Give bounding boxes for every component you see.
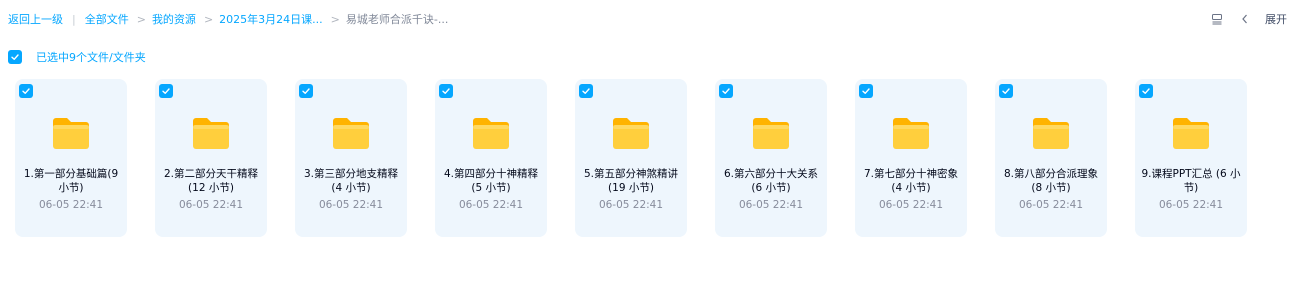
file-card[interactable]: 7.第七部分十神密象 (4 小节) 06-05 22:41 [855, 79, 967, 237]
chevron-right-icon: > [136, 12, 146, 26]
selection-count: 已选中9个文件/文件夹 [36, 51, 146, 64]
file-checkbox[interactable] [19, 84, 33, 98]
folder-icon [1171, 113, 1211, 153]
file-name: 3.第三部分地支精释 (4 小节) [303, 168, 399, 194]
chevron-right-icon: > [330, 12, 340, 26]
view-controls: 展开 [1209, 11, 1287, 27]
file-card[interactable]: 9.课程PPT汇总 (6 小节) 06-05 22:41 [1135, 79, 1247, 237]
select-all-checkbox[interactable] [8, 50, 22, 64]
file-card[interactable]: 5.第五部分神煞精讲 (19 小节) 06-05 22:41 [575, 79, 687, 237]
file-card[interactable]: 3.第三部分地支精释 (4 小节) 06-05 22:41 [295, 79, 407, 237]
folder-icon [611, 113, 651, 153]
chevron-left-icon[interactable] [1237, 11, 1253, 27]
file-checkbox[interactable] [439, 84, 453, 98]
file-checkbox[interactable] [999, 84, 1013, 98]
file-name: 4.第四部分十神精释 (5 小节) [443, 168, 539, 194]
breadcrumb-divider: | [72, 12, 76, 26]
file-date: 06-05 22:41 [1018, 199, 1084, 211]
breadcrumb-current-folder: 易城老师合派千诀-... [345, 13, 449, 26]
file-name: 9.课程PPT汇总 (6 小节) [1141, 168, 1241, 194]
file-date: 06-05 22:41 [178, 199, 244, 211]
file-date: 06-05 22:41 [458, 199, 524, 211]
folder-icon [471, 113, 511, 153]
folder-icon [891, 113, 931, 153]
file-card[interactable]: 6.第六部分十大关系 (6 小节) 06-05 22:41 [715, 79, 827, 237]
file-name: 5.第五部分神煞精讲 (19 小节) [583, 168, 679, 194]
file-name: 1.第一部分基础篇(9 小节) [23, 168, 119, 194]
folder-icon [331, 113, 371, 153]
file-date: 06-05 22:41 [38, 199, 104, 211]
folder-icon [1031, 113, 1071, 153]
folder-icon [191, 113, 231, 153]
file-checkbox[interactable] [1139, 84, 1153, 98]
breadcrumb-all-files[interactable]: 全部文件 [85, 11, 129, 27]
file-name: 8.第八部分合派理象 (8 小节) [1003, 168, 1099, 194]
expand-button[interactable]: 展开 [1265, 11, 1287, 27]
file-card[interactable]: 8.第八部分合派理象 (8 小节) 06-05 22:41 [995, 79, 1107, 237]
file-date: 06-05 22:41 [318, 199, 384, 211]
breadcrumb-my-resources[interactable]: 我的资源 [152, 11, 196, 27]
back-link[interactable]: 返回上一级 [8, 11, 63, 27]
file-date: 06-05 22:41 [878, 199, 944, 211]
file-name: 7.第七部分十神密象 (4 小节) [863, 168, 959, 194]
file-checkbox[interactable] [719, 84, 733, 98]
breadcrumb-course-folder[interactable]: 2025年3月24日课... [219, 11, 322, 27]
file-checkbox[interactable] [299, 84, 313, 98]
file-checkbox[interactable] [159, 84, 173, 98]
file-date: 06-05 22:41 [738, 199, 804, 211]
folder-icon [751, 113, 791, 153]
file-card[interactable]: 2.第二部分天干精释 (12 小节) 06-05 22:41 [155, 79, 267, 237]
file-name: 2.第二部分天干精释 (12 小节) [163, 168, 259, 194]
top-bar: 返回上一级 | 全部文件 > 我的资源 > 2025年3月24日课... > 易… [0, 0, 1299, 36]
file-name: 6.第六部分十大关系 (6 小节) [723, 168, 819, 194]
file-date: 06-05 22:41 [598, 199, 664, 211]
file-checkbox[interactable] [579, 84, 593, 98]
file-card[interactable]: 1.第一部分基础篇(9 小节) 06-05 22:41 [15, 79, 127, 237]
breadcrumb: 返回上一级 | 全部文件 > 我的资源 > 2025年3月24日课... > 易… [8, 11, 448, 27]
select-all-row: 已选中9个文件/文件夹 [8, 50, 146, 64]
file-date: 06-05 22:41 [1158, 199, 1224, 211]
chevron-right-icon: > [203, 12, 214, 26]
file-card[interactable]: 4.第四部分十神精释 (5 小节) 06-05 22:41 [435, 79, 547, 237]
list-view-icon[interactable] [1209, 11, 1225, 27]
folder-icon [51, 113, 91, 153]
file-checkbox[interactable] [859, 84, 873, 98]
